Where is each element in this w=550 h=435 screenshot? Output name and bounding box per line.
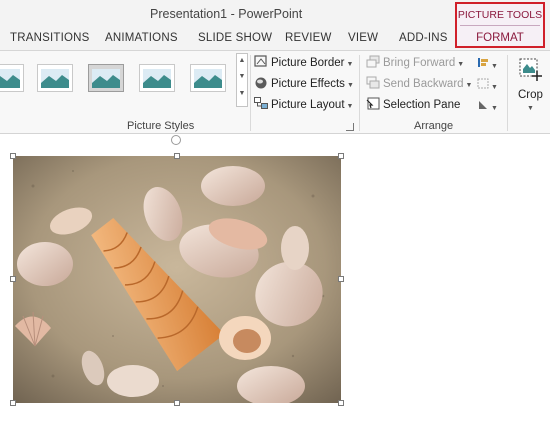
send-backward-button[interactable]: Send Backward ▼ xyxy=(366,76,472,90)
separator xyxy=(250,55,251,131)
picture-tools-contextual-tab: PICTURE TOOLS FORMAT xyxy=(455,2,545,48)
dropdown-arrow-icon: ▼ xyxy=(346,61,354,68)
picture-border-button[interactable]: Picture Border ▼ xyxy=(254,55,353,69)
dialog-launcher-icon[interactable] xyxy=(346,123,354,131)
arrange-group-label: Arrange xyxy=(414,120,454,132)
resize-handle-top[interactable] xyxy=(174,153,180,159)
picture-effects-button[interactable]: Picture Effects ▼ xyxy=(254,76,354,90)
resize-handle-right[interactable] xyxy=(338,276,344,282)
picture-border-icon xyxy=(254,55,268,68)
group-button[interactable]: ▼ xyxy=(477,78,498,92)
align-button[interactable]: ▼ xyxy=(477,57,498,71)
resize-handle-bottom[interactable] xyxy=(174,400,180,406)
picture-border-label: Picture Border xyxy=(271,57,345,69)
selection-pane-label: Selection Pane xyxy=(383,99,461,111)
crop-label: Crop xyxy=(518,89,543,101)
landscape-icon xyxy=(143,69,171,88)
tab-add-ins[interactable]: ADD-INS xyxy=(399,32,448,44)
align-icon xyxy=(478,58,488,67)
dropdown-arrow-icon: ▼ xyxy=(491,63,498,70)
tab-review[interactable]: REVIEW xyxy=(285,32,332,44)
send-backward-label: Send Backward xyxy=(383,78,464,90)
separator xyxy=(359,55,360,131)
tab-slide-show[interactable]: SLIDE SHOW xyxy=(198,32,272,44)
dropdown-arrow-icon: ▼ xyxy=(491,105,498,112)
rotation-handle-icon[interactable] xyxy=(171,135,181,145)
rotate-button[interactable]: ▼ xyxy=(477,99,498,113)
dropdown-arrow-icon: ▼ xyxy=(465,82,473,89)
seashell-image xyxy=(13,156,341,403)
resize-handle-left[interactable] xyxy=(10,276,16,282)
resize-handle-top-left[interactable] xyxy=(10,153,16,159)
picture-style-thumbnail[interactable] xyxy=(190,64,226,92)
selection-pane-button[interactable]: Selection Pane xyxy=(366,97,460,111)
tab-view[interactable]: VIEW xyxy=(348,32,378,44)
picture-style-thumbnail-selected[interactable] xyxy=(88,64,124,92)
tab-animations[interactable]: ANIMATIONS xyxy=(105,32,178,44)
crop-button[interactable]: Crop ▼ xyxy=(514,55,548,117)
picture-style-thumbnail[interactable] xyxy=(37,64,73,92)
dropdown-arrow-icon: ▼ xyxy=(491,84,498,91)
picture-tools-label: PICTURE TOOLS xyxy=(457,9,543,21)
seashell-picture[interactable] xyxy=(13,156,341,403)
styles-gallery-scroll[interactable]: ▲ ▼ ▼ xyxy=(236,53,248,107)
resize-handle-top-right[interactable] xyxy=(338,153,344,159)
bring-forward-label: Bring Forward xyxy=(383,57,456,69)
selection-pane-icon xyxy=(366,97,380,110)
ribbon: ▲ ▼ ▼ Picture Border ▼ Picture Effects ▼ P… xyxy=(0,51,550,134)
picture-style-thumbnail[interactable] xyxy=(139,64,175,92)
landscape-icon xyxy=(0,69,20,88)
picture-styles-group-label: Picture Styles xyxy=(127,120,195,132)
send-backward-icon xyxy=(366,76,380,89)
scroll-up-icon[interactable]: ▲ xyxy=(237,57,247,64)
crop-icon xyxy=(519,58,542,81)
picture-layout-label: Picture Layout xyxy=(271,99,345,111)
dropdown-arrow-icon: ▼ xyxy=(457,61,465,68)
landscape-icon xyxy=(194,69,222,88)
picture-effects-label: Picture Effects xyxy=(271,78,345,90)
group-icon xyxy=(477,78,489,89)
bring-forward-icon xyxy=(366,55,380,68)
dropdown-arrow-icon: ▼ xyxy=(346,103,354,110)
separator xyxy=(507,55,508,131)
picture-layout-button[interactable]: Picture Layout ▼ xyxy=(254,97,353,111)
resize-handle-bottom-left[interactable] xyxy=(10,400,16,406)
picture-effects-icon xyxy=(254,76,268,89)
gallery-more-icon[interactable]: ▼ xyxy=(237,90,247,97)
picture-layout-icon xyxy=(254,97,268,110)
window-title: Presentation1 - PowerPoint xyxy=(150,7,303,21)
tab-format[interactable]: FORMAT xyxy=(457,32,543,44)
landscape-icon xyxy=(41,69,69,88)
bring-forward-button[interactable]: Bring Forward ▼ xyxy=(366,55,464,69)
contextual-divider xyxy=(460,25,540,26)
landscape-icon xyxy=(92,69,120,88)
rotate-icon xyxy=(479,101,487,109)
dropdown-arrow-icon: ▼ xyxy=(346,82,354,89)
dropdown-arrow-icon: ▼ xyxy=(527,105,534,112)
resize-handle-bottom-right[interactable] xyxy=(338,400,344,406)
picture-style-thumbnail[interactable] xyxy=(0,64,24,92)
scroll-down-icon[interactable]: ▼ xyxy=(237,73,247,80)
tab-transitions[interactable]: TRANSITIONS xyxy=(10,32,90,44)
